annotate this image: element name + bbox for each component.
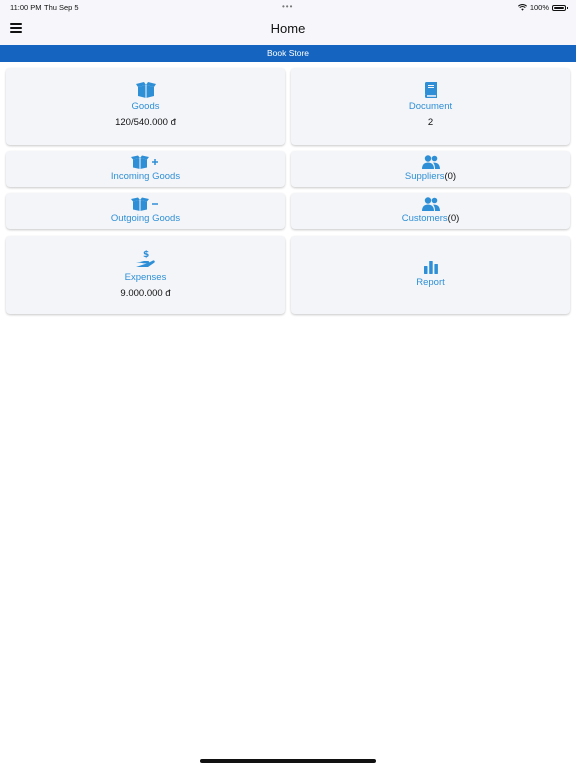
incoming-goods-card[interactable]: Incoming Goods [6,151,285,187]
battery-percent: 100% [529,3,549,12]
document-label: Document [408,101,453,112]
incoming-goods-label: Incoming Goods [110,171,181,182]
users-icon [421,155,440,169]
expenses-label: Expenses [124,272,167,283]
status-bar: 11:00 PM Thu Sep 5 ••• 100% [0,0,576,14]
box-minus-icon [130,197,158,211]
hand-dollar-icon: $ [135,250,155,267]
report-card[interactable]: Report [291,236,570,314]
suppliers-label: Suppliers [404,171,445,182]
goods-card[interactable]: Goods 120/540.000 đ [6,68,285,145]
document-value: 2 [427,117,434,128]
customers-label-row: Customers(0) [291,213,570,224]
goods-value: 120/540.000 đ [115,117,176,128]
multitasking-dots-icon[interactable]: ••• [282,2,293,11]
goods-label: Goods [131,101,160,112]
svg-text:$: $ [143,250,149,260]
outgoing-goods-card[interactable]: Outgoing Goods [6,193,285,229]
book-icon [424,82,437,98]
wifi-icon [517,4,527,11]
suppliers-count: (0) [444,171,457,182]
home-indicator[interactable] [200,759,376,763]
customers-card[interactable]: Customers(0) [291,193,570,229]
status-right: 100% [517,3,568,12]
suppliers-card[interactable]: Suppliers(0) [291,151,570,187]
battery-icon [552,4,568,11]
bar-chart-icon [423,261,438,274]
document-card[interactable]: Document 2 [291,68,570,145]
expenses-card[interactable]: $ Expenses 9.000.000 đ [6,236,285,314]
status-date: Thu Sep 5 [44,3,79,12]
box-plus-icon [130,155,158,169]
customers-count: (0) [447,213,460,224]
nav-bar: Home [0,14,576,45]
users-icon [421,197,440,211]
page-title: Home [270,21,306,36]
status-time: 11:00 PM [10,3,42,12]
suppliers-label-row: Suppliers(0) [291,171,570,182]
expenses-value: 9.000.000 đ [120,288,171,299]
store-banner: Book Store [0,45,576,62]
box-icon [135,82,156,98]
outgoing-goods-label: Outgoing Goods [110,213,181,224]
report-label: Report [416,277,445,288]
customers-label: Customers [401,213,448,224]
